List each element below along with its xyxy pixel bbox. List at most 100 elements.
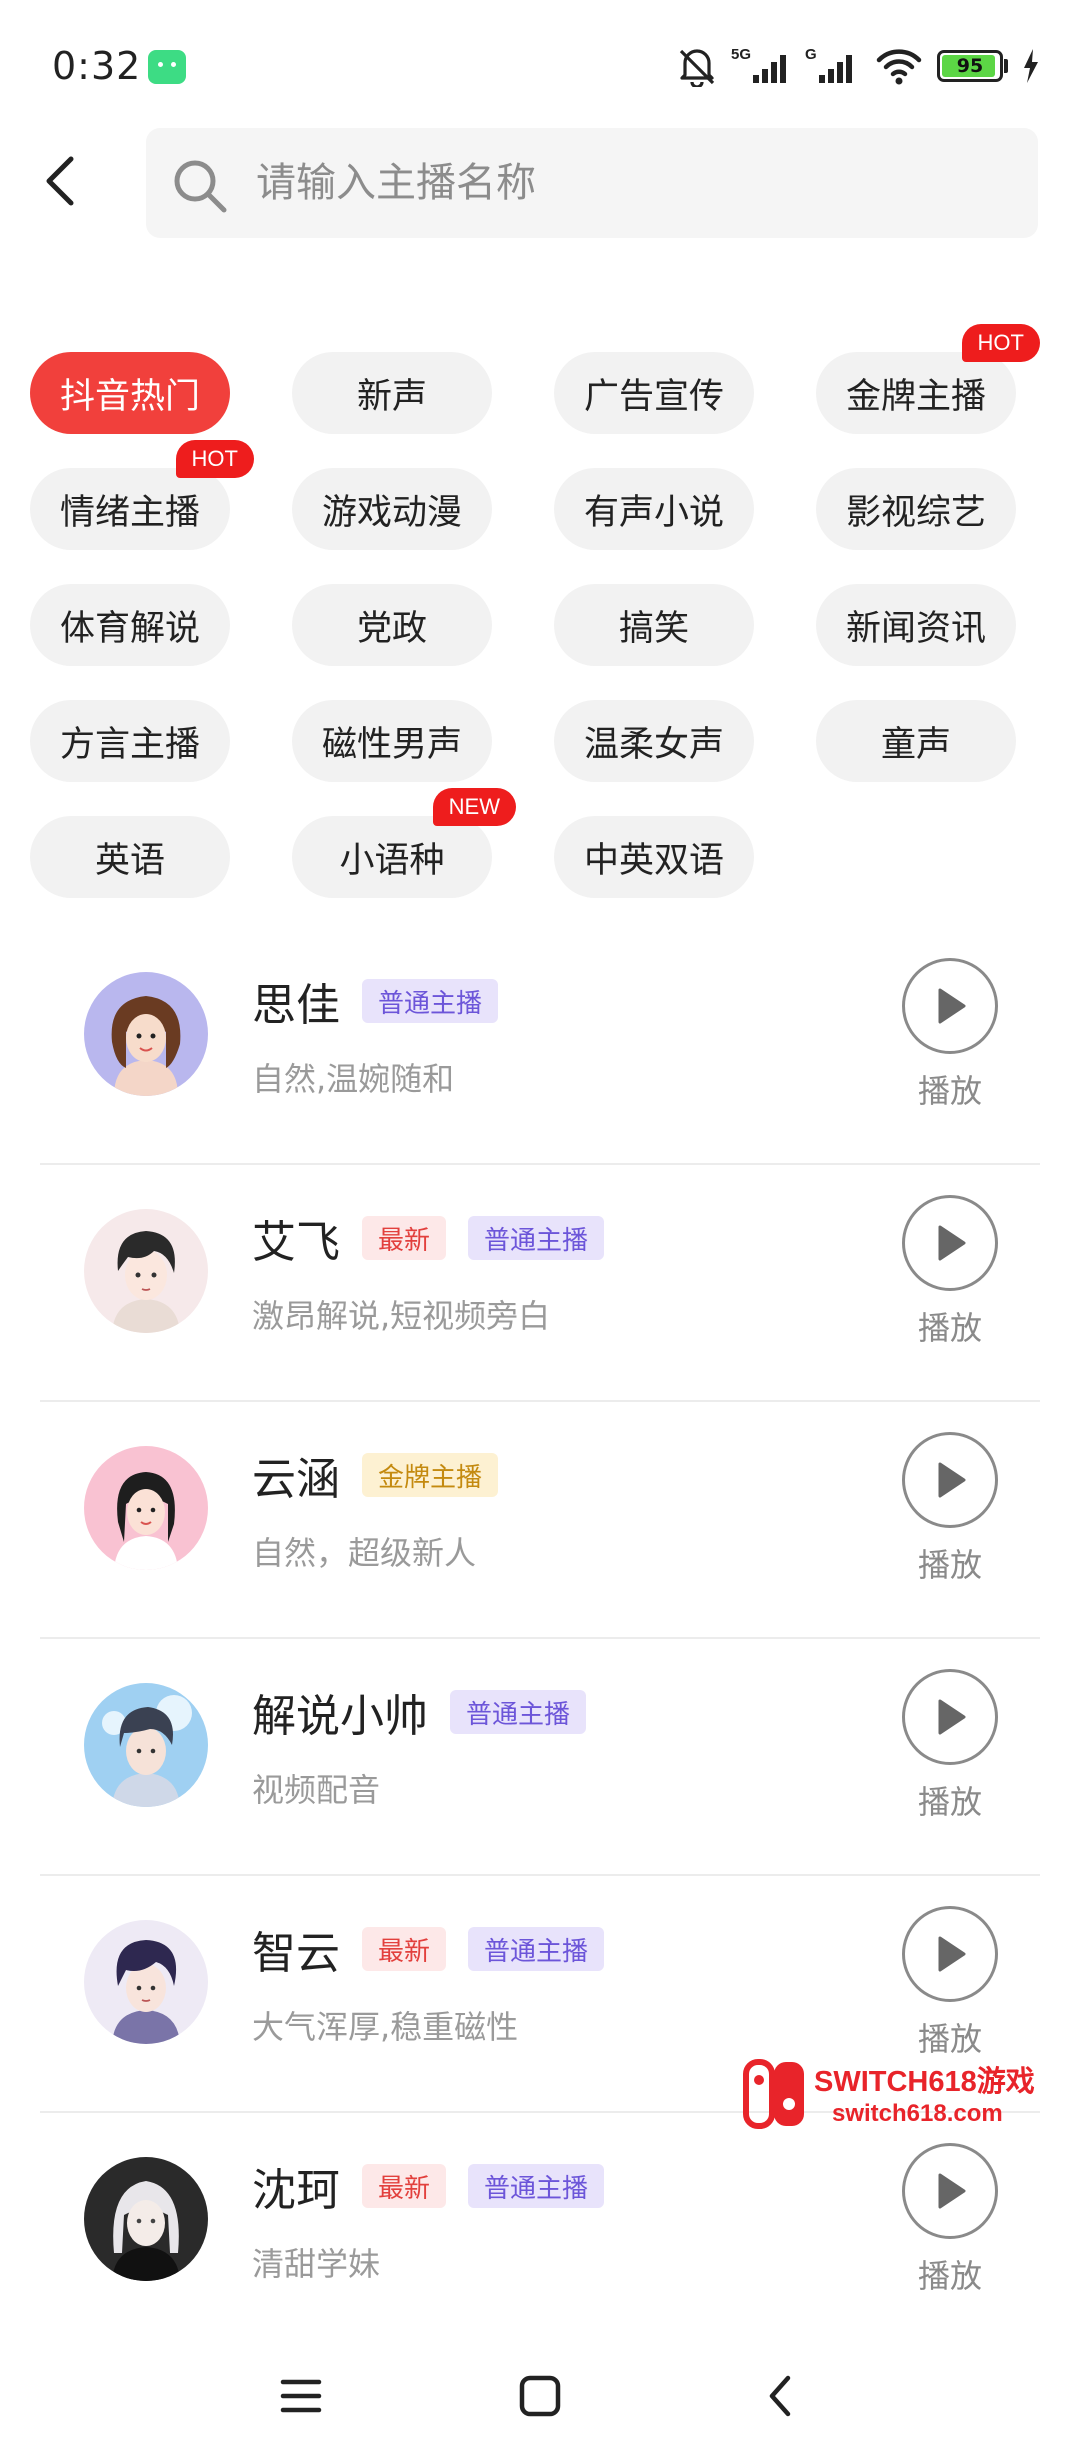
anchor-tags: 普通主播: [362, 979, 499, 1023]
category-chip[interactable]: 童声: [816, 700, 1016, 782]
category-chip-label: 温柔女声: [583, 724, 724, 765]
menu-icon: [280, 2379, 322, 2413]
anchor-name: 智云: [252, 1928, 340, 1979]
anchor-description: 大气浑厚,稳重磁性: [252, 2008, 519, 2046]
home-button[interactable]: [505, 2366, 575, 2426]
search-input[interactable]: [256, 128, 1016, 238]
anchor-tag: 普通主播: [362, 979, 499, 1023]
signal-icon: G: [805, 46, 852, 83]
anchor-name: 艾飞: [252, 1217, 340, 1268]
category-chip[interactable]: 磁性男声: [292, 700, 492, 782]
category-chip[interactable]: 搞笑: [554, 584, 754, 666]
man-purple-anime-avatar: [84, 1920, 208, 2044]
charging-icon: [1024, 49, 1038, 83]
anchor-row[interactable]: 沈珂 最新 普通主播 清甜学妹 播放: [40, 2113, 1040, 2350]
category-chip[interactable]: 中英双语: [554, 816, 754, 898]
category-chip-label: 抖音热门: [59, 376, 200, 417]
play-button[interactable]: 播放: [900, 1669, 1000, 1823]
status-bar: 0:32 5G G 95: [0, 0, 1080, 130]
category-chip[interactable]: 方言主播: [30, 700, 230, 782]
signal-icon: 5G: [731, 46, 786, 83]
back-button[interactable]: [24, 146, 94, 216]
anchor-tags: 金牌主播: [362, 1453, 499, 1497]
anchor-name-line: 解说小帅 普通主播: [252, 1683, 587, 1742]
search-bar[interactable]: [146, 128, 1038, 238]
play-button[interactable]: 播放: [900, 958, 1000, 1112]
category-chip[interactable]: 温柔女声: [554, 700, 754, 782]
mute-bell-icon: [679, 49, 715, 87]
play-button[interactable]: 播放: [900, 1195, 1000, 1349]
category-chip[interactable]: 新声: [292, 352, 492, 434]
play-button[interactable]: 播放: [900, 2143, 1000, 2297]
category-chip[interactable]: 影视综艺: [816, 468, 1016, 550]
category-chip[interactable]: 新闻资讯: [816, 584, 1016, 666]
anchor-row[interactable]: 解说小帅 普通主播视频配音 播放: [40, 1639, 1040, 1876]
category-chip-label: 小语种: [339, 840, 445, 881]
network-label-2: G: [805, 46, 817, 63]
category-chip-label: 党政: [356, 608, 427, 649]
category-badge: NEW: [432, 788, 516, 826]
home-square-icon: [519, 2375, 561, 2417]
watermark: SWITCH618游戏 switch618.com: [742, 2058, 1072, 2138]
play-label: 播放: [917, 2020, 982, 2058]
switch-logo-icon: [743, 2059, 804, 2129]
anchor-tags: 最新 普通主播: [362, 1927, 605, 1971]
anchor-row[interactable]: 云涵 金牌主播 自然，超级新人 播放: [40, 1402, 1040, 1639]
category-chip[interactable]: 党政: [292, 584, 492, 666]
anchor-tag: 最新: [362, 2164, 447, 2208]
man-anime-avatar: [84, 1209, 208, 1333]
category-chip-label: 有声小说: [583, 492, 724, 533]
category-chip[interactable]: 体育解说: [30, 584, 230, 666]
play-button[interactable]: 播放: [900, 1906, 1000, 2060]
anchor-description: 自然,温婉随和: [252, 1060, 455, 1098]
anchor-name-line: 智云 最新 普通主播: [252, 1920, 605, 1979]
play-icon: [902, 2143, 998, 2239]
play-icon: [902, 1906, 998, 2002]
category-chip[interactable]: 抖音热门: [30, 352, 230, 434]
anchor-row[interactable]: 艾飞 最新 普通主播 激昂解说,短视频旁白 播放: [40, 1165, 1040, 1402]
back-arrow-icon: [46, 156, 74, 206]
android-app-icon: [148, 50, 186, 84]
back-nav-button[interactable]: [745, 2366, 815, 2426]
play-button[interactable]: 播放: [900, 1432, 1000, 1586]
anchor-tag: 金牌主播: [362, 1453, 499, 1497]
play-label: 播放: [917, 1783, 982, 1821]
category-chip-label: 体育解说: [59, 608, 200, 649]
anchor-tags: 普通主播: [450, 1690, 587, 1734]
category-chip[interactable]: 小语种 NEW: [292, 788, 516, 898]
woman-cartoon-avatar: [84, 972, 208, 1096]
category-chip-label: 英语: [94, 840, 165, 881]
play-label: 播放: [917, 1309, 982, 1347]
anchor-row[interactable]: 思佳 普通主播自然,温婉随和 播放: [40, 928, 1040, 1165]
category-chip-label: 金牌主播: [845, 376, 986, 417]
anchor-description: 激昂解说,短视频旁白: [252, 1297, 551, 1335]
boy-sky-avatar: [84, 1683, 208, 1807]
category-chip-label: 广告宣传: [583, 376, 724, 417]
category-chip-label: 磁性男声: [321, 724, 462, 765]
menu-button[interactable]: [266, 2366, 336, 2426]
watermark-title: SWITCH618游戏: [814, 2066, 1035, 2098]
battery-percent: 95: [956, 55, 984, 77]
category-badge: HOT: [961, 324, 1040, 362]
category-chip-label: 影视综艺: [845, 492, 986, 533]
category-chip[interactable]: 广告宣传: [554, 352, 754, 434]
watermark-subtitle: switch618.com: [832, 2100, 1003, 2127]
category-chip[interactable]: 游戏动漫: [292, 468, 492, 550]
category-chip[interactable]: 英语: [30, 816, 230, 898]
category-chip-label: 童声: [880, 724, 951, 765]
anchor-name: 思佳: [252, 980, 340, 1031]
anchor-description: 清甜学妹: [252, 2245, 381, 2283]
anchor-name: 云涵: [252, 1454, 340, 1505]
category-chip-label: 情绪主播: [59, 492, 200, 533]
category-grid: 抖音热门 新声 广告宣传 金牌主播 HOT 情绪主播 HOT 游戏动漫 有声小说 影视综艺体育解说…: [30, 324, 1050, 898]
anchor-name-line: 思佳 普通主播: [252, 972, 499, 1031]
anchor-description: 视频配音: [252, 1771, 381, 1809]
network-label-1: 5G: [731, 46, 751, 63]
category-chip[interactable]: 情绪主播 HOT: [30, 440, 254, 550]
category-chip[interactable]: 金牌主播 HOT: [816, 324, 1040, 434]
category-badge: HOT: [175, 440, 254, 478]
category-chip[interactable]: 有声小说: [554, 468, 754, 550]
category-chip-label: 游戏动漫: [321, 492, 462, 533]
anchor-name-line: 云涵 金牌主播: [252, 1446, 499, 1505]
play-icon: [902, 958, 998, 1054]
